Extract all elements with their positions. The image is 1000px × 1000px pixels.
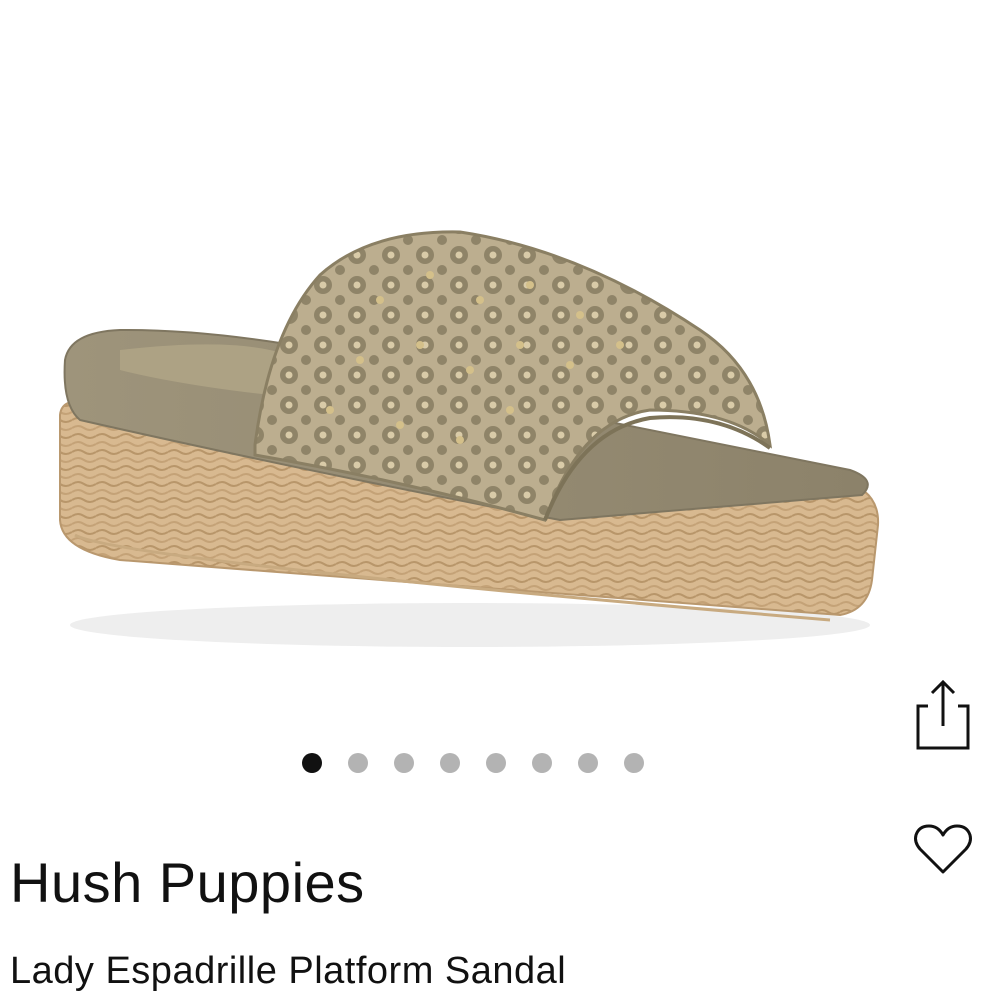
favorite-button[interactable] [912, 822, 974, 878]
carousel-dot-4[interactable] [440, 753, 460, 773]
sandal-illustration [59, 230, 880, 647]
product-image[interactable] [0, 0, 1000, 740]
carousel-dot-2[interactable] [348, 753, 368, 773]
heart-icon [914, 824, 972, 874]
carousel-dot-6[interactable] [532, 753, 552, 773]
carousel-dot-8[interactable] [624, 753, 644, 773]
share-icon [916, 679, 970, 750]
product-title: Lady Espadrille Platform Sandal [10, 950, 567, 992]
carousel-dot-7[interactable] [578, 753, 598, 773]
carousel-dot-5[interactable] [486, 753, 506, 773]
image-carousel-indicator [0, 753, 1000, 775]
carousel-dot-3[interactable] [394, 753, 414, 773]
brand-name[interactable]: Hush Puppies [10, 848, 365, 918]
share-button[interactable] [912, 676, 974, 754]
carousel-dot-1[interactable] [302, 753, 322, 773]
